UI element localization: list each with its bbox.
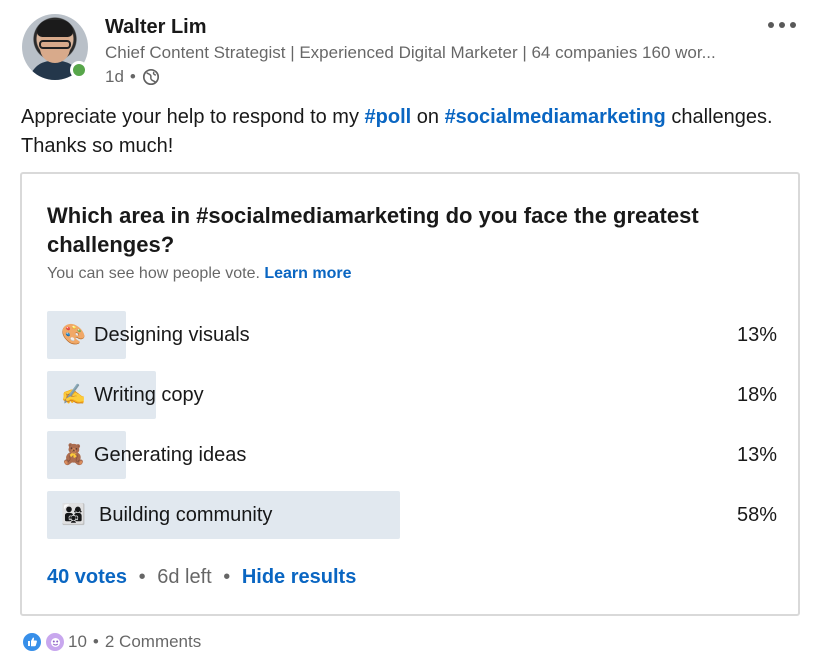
poll-card: Which area in #socialmediamarketing do y… — [20, 172, 800, 616]
poll-option-percent: 58% — [736, 504, 777, 526]
post-text-before: Appreciate your help to respond to my — [21, 106, 365, 128]
poll-option-designing-visuals[interactable]: 🎨 Designing visuals 13% — [47, 311, 777, 359]
more-dot-icon — [790, 22, 796, 28]
reaction-count[interactable]: 10 — [68, 632, 87, 652]
poll-option-percent: 13% — [736, 324, 777, 346]
poll-option-label: Generating ideas — [94, 444, 247, 466]
poll-time-left: 6d left — [157, 566, 212, 588]
avatar-hair — [37, 20, 73, 37]
social-counts: 10 • 2 Comments — [22, 631, 201, 653]
writing-hand-icon: ✍️ — [61, 384, 86, 406]
family-icon: 👨‍👩‍👧 — [61, 504, 86, 526]
more-dot-icon — [779, 22, 785, 28]
post-header: Walter Lim Chief Content Strategist | Ex… — [22, 14, 802, 90]
author-headline: Chief Content Strategist | Experienced D… — [105, 43, 716, 62]
hide-results-link[interactable]: Hide results — [242, 566, 356, 588]
comments-count-link[interactable]: 2 Comments — [105, 632, 201, 652]
teddy-bear-icon: 🧸 — [61, 444, 86, 466]
meta-separator-dot: • — [129, 67, 136, 86]
votes-link[interactable]: 40 votes — [47, 566, 127, 588]
avatar-glasses — [39, 40, 71, 49]
globe-icon — [142, 68, 159, 86]
poll-question: Which area in #socialmediamarketing do y… — [47, 203, 699, 257]
poll-option-building-community[interactable]: 👨‍👩‍👧 Building community 58% — [47, 491, 777, 539]
more-options-button[interactable] — [764, 16, 800, 34]
post-text-middle: on — [411, 106, 445, 128]
poll-option-label: Writing copy — [94, 384, 204, 406]
poll-option-label: Designing visuals — [94, 324, 250, 346]
author-name[interactable]: Walter Lim — [105, 16, 207, 39]
like-icon[interactable] — [22, 632, 42, 652]
footer-separator-dot: • — [223, 566, 231, 588]
poll-note-text: You can see how people vote. — [47, 265, 260, 282]
like-glyph-icon — [28, 637, 37, 647]
online-status-icon — [70, 61, 88, 79]
poll-option-generating-ideas[interactable]: 🧸 Generating ideas 13% — [47, 431, 777, 479]
social-separator-dot: • — [92, 632, 99, 651]
poll-option-percent: 18% — [736, 384, 777, 406]
post-text: Appreciate your help to respond to my #p… — [21, 103, 806, 161]
more-dot-icon — [768, 22, 774, 28]
hashtag-poll-link[interactable]: #poll — [365, 106, 412, 128]
palette-icon: 🎨 — [61, 324, 86, 346]
poll-option-percent: 13% — [736, 444, 777, 466]
celebrate-icon[interactable] — [45, 632, 65, 652]
celebrate-glyph-icon — [50, 637, 60, 647]
poll-option-label: Building community — [99, 504, 273, 526]
poll-footer: 40 votes • 6d left • Hide results — [47, 566, 356, 589]
post-time: 1d — [105, 67, 124, 86]
poll-option-writing-copy[interactable]: ✍️ Writing copy 18% — [47, 371, 777, 419]
poll-note: You can see how people vote. Learn more — [47, 265, 352, 283]
learn-more-link[interactable]: Learn more — [264, 265, 351, 282]
footer-separator-dot: • — [138, 566, 146, 588]
hashtag-socialmediamarketing-link[interactable]: #socialmediamarketing — [445, 106, 666, 128]
post-meta: 1d • — [105, 67, 160, 87]
